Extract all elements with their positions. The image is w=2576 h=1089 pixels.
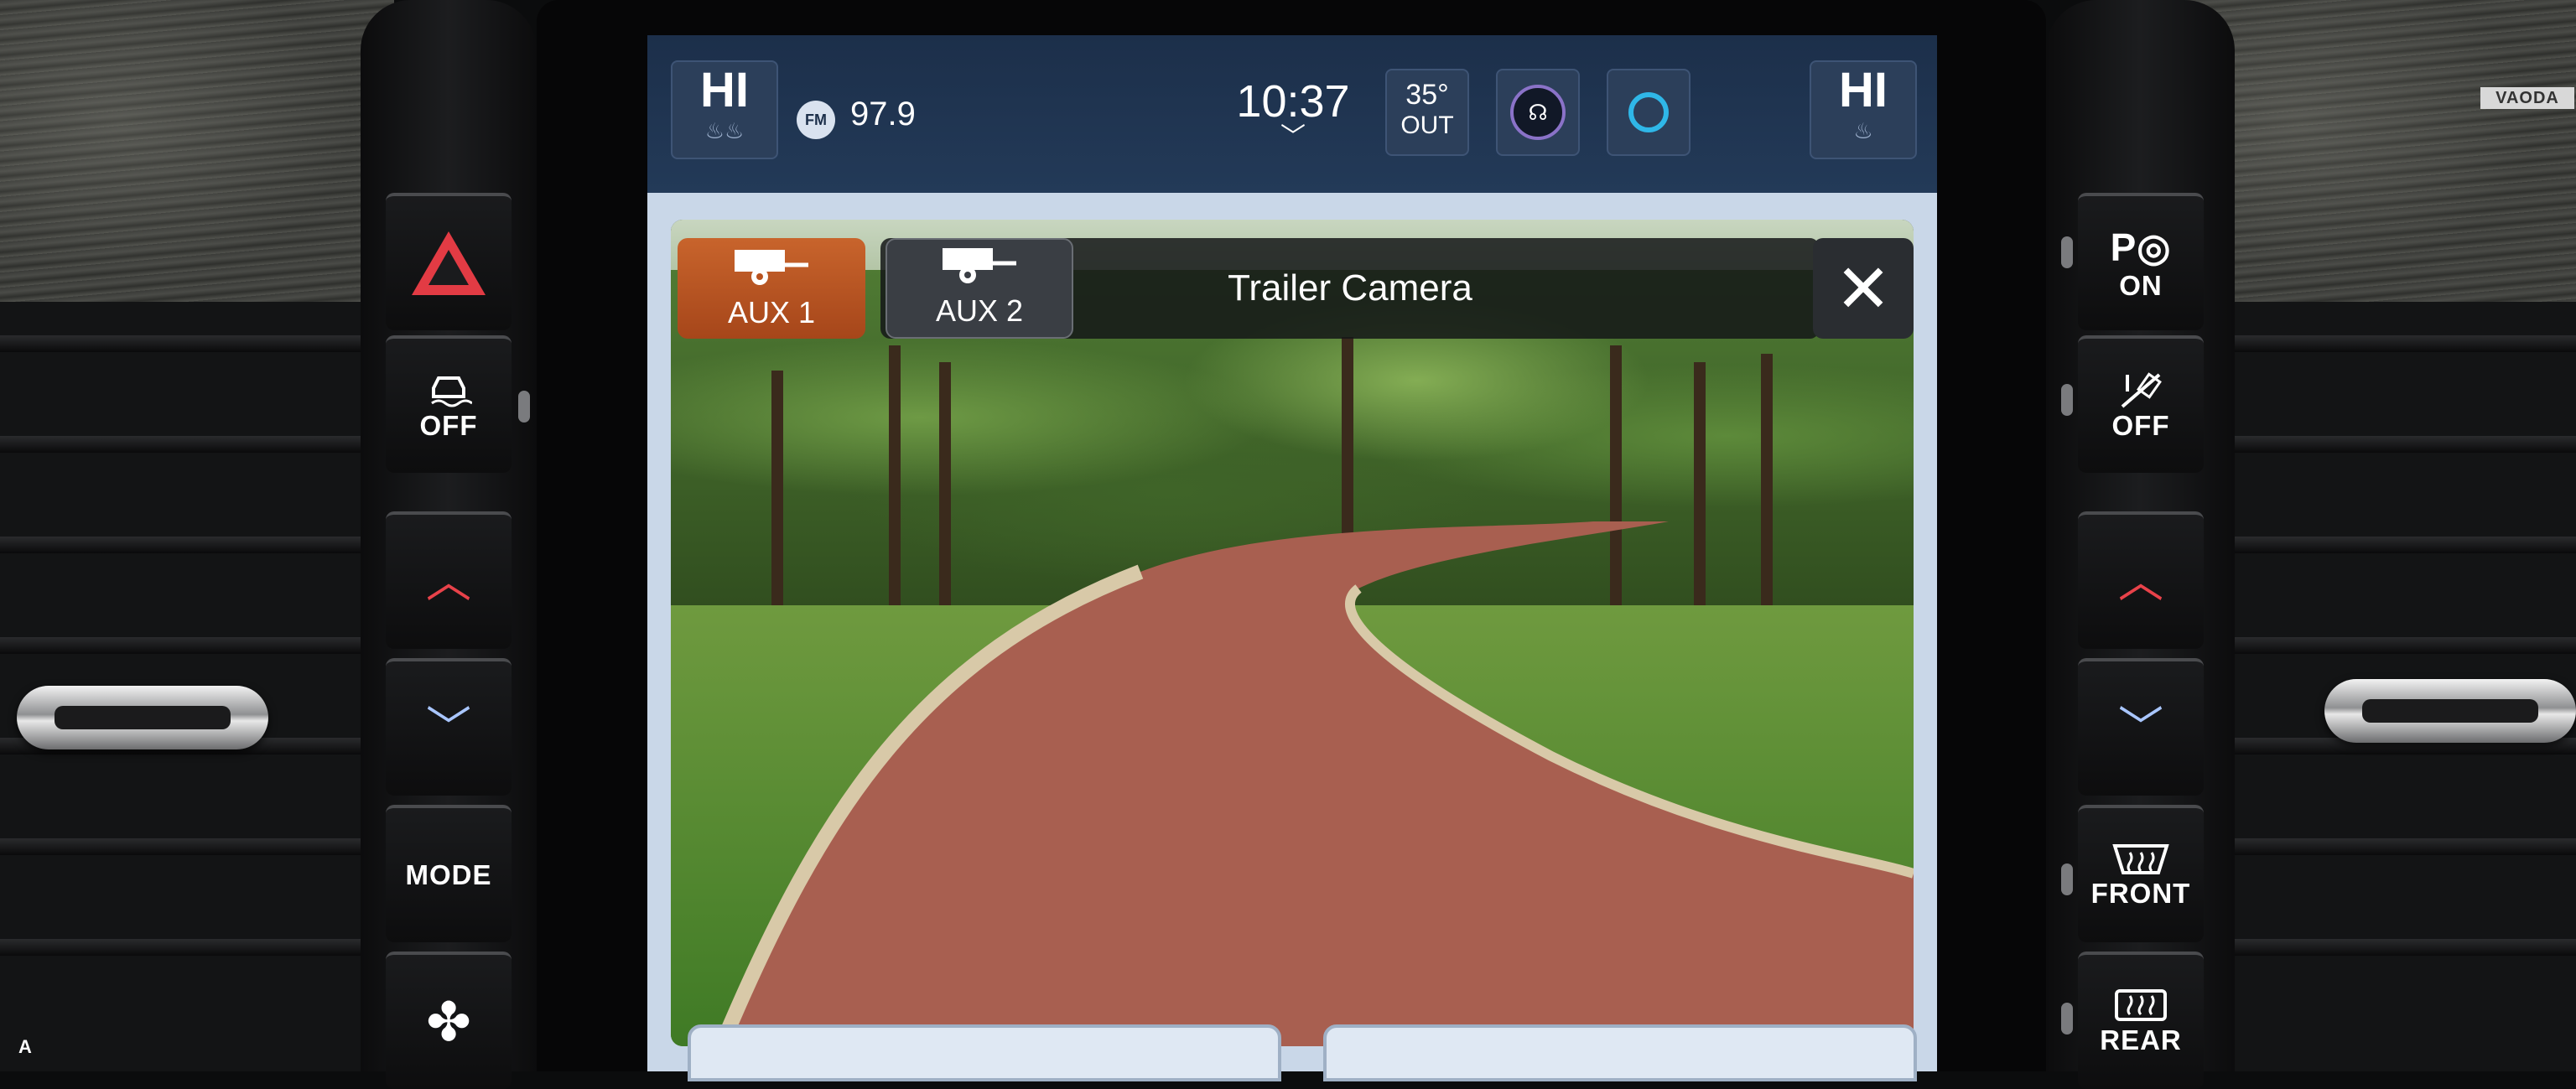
vent-handle-right[interactable] [2324, 679, 2576, 743]
fan-icon: ✤ [426, 991, 471, 1052]
hazard-button[interactable] [386, 193, 512, 330]
park-assist-on-label: ON [2119, 270, 2163, 301]
outside-temp-label: OUT [1400, 111, 1454, 139]
chevron-up-icon: ︿ [2118, 557, 2163, 607]
dashboard-trim-right [2180, 0, 2576, 302]
left-control-panel: OFF ︿ ﹀ MODE ✤ [361, 0, 537, 1089]
seat-heat-icon: ♨ [1853, 118, 1873, 143]
bottom-softkey-left[interactable] [688, 1024, 1281, 1081]
front-defrost-label: FRONT [2090, 878, 2191, 909]
close-button[interactable]: ✕ [1813, 238, 1914, 339]
hazard-icon [412, 231, 486, 295]
left-climate-button[interactable]: HI ♨♨ [671, 60, 778, 159]
rear-defrost-button[interactable]: REAR [2078, 952, 2204, 1089]
close-icon: ✕ [1835, 251, 1892, 326]
mode-button[interactable]: MODE [386, 805, 512, 942]
watermark-logo: VAODA [2480, 87, 2574, 109]
traction-car-icon [431, 376, 472, 407]
alexa-icon [1628, 92, 1669, 132]
front-defrost-icon [2112, 844, 2169, 874]
right-climate-value: HI [1839, 63, 1888, 117]
chevron-down-icon: ﹀ [426, 703, 471, 754]
air-vent-left [0, 302, 361, 1071]
air-vent-right [2235, 302, 2576, 1071]
mode-label: MODE [405, 859, 492, 890]
aux1-label: AUX 1 [727, 295, 816, 329]
right-climate-button[interactable]: HI ♨ [1810, 60, 1917, 159]
camera-header: Trailer Camera AUX 1 AUX 2 ✕ [671, 238, 1914, 339]
outside-temp-display[interactable]: 35° OUT [1385, 69, 1469, 156]
volume-up-button[interactable]: ︿ [386, 511, 512, 649]
radio-frequency[interactable]: 97.9 [850, 96, 916, 133]
aux2-button[interactable]: AUX 2 [886, 238, 1073, 339]
clock-button[interactable]: 10:37 ﹀ [1234, 75, 1352, 151]
traction-off-label: OFF [419, 410, 478, 441]
infotainment-screen: HI ♨♨ FM 97.9 10:37 ﹀ 35° OUT ☊ HI ♨ Tra… [647, 35, 1937, 1071]
rear-defrost-icon [2115, 989, 2167, 1021]
clock-time: 10:37 [1236, 76, 1350, 127]
left-climate-value: HI [700, 63, 749, 117]
chevron-down-icon: ﹀ [2118, 703, 2163, 754]
figure-letter: A [18, 1036, 32, 1057]
bottom-softkey-right[interactable] [1323, 1024, 1917, 1081]
traction-control-off-button[interactable]: OFF [386, 335, 512, 473]
trailer-icon [735, 250, 808, 285]
front-defrost-button[interactable]: FRONT [2078, 805, 2204, 942]
hill-descent-icon [2121, 372, 2162, 408]
park-assist-icon: P◎ [2110, 226, 2172, 269]
seat-heat-icon: ♨♨ [704, 118, 745, 143]
trailer-icon [943, 248, 1016, 283]
outside-temp-value: 35° [1405, 79, 1449, 111]
volume-down-button[interactable]: ﹀ [386, 658, 512, 796]
right-control-panel: P◎ ON OFF ︿ ﹀ FRONT REAR [2046, 0, 2235, 1089]
aux1-button[interactable]: AUX 1 [678, 238, 865, 339]
camera-view: Trailer Camera AUX 1 AUX 2 ✕ [671, 220, 1914, 1046]
vent-handle-left[interactable] [17, 686, 268, 749]
hill-descent-off-button[interactable]: OFF [2078, 335, 2204, 473]
chevron-up-icon: ︿ [426, 557, 471, 607]
status-bar: HI ♨♨ FM 97.9 10:37 ﹀ 35° OUT ☊ HI ♨ [647, 35, 1937, 193]
camera-road [714, 521, 1914, 1046]
tune-up-button[interactable]: ︿ [2078, 511, 2204, 649]
alexa-button[interactable] [1607, 69, 1690, 156]
tune-down-button[interactable]: ﹀ [2078, 658, 2204, 796]
hill-descent-off-label: OFF [2111, 410, 2170, 441]
voice-icon: ☊ [1510, 85, 1566, 140]
aux2-label: AUX 2 [935, 293, 1024, 328]
park-assist-button[interactable]: P◎ ON [2078, 193, 2204, 330]
chevron-down-icon: ﹀ [1280, 123, 1306, 151]
dashboard-trim-left [0, 0, 394, 302]
fm-badge: FM [797, 101, 835, 139]
voice-command-button[interactable]: ☊ [1496, 69, 1580, 156]
fan-button[interactable]: ✤ [386, 952, 512, 1089]
rear-defrost-label: REAR [2100, 1024, 2182, 1055]
